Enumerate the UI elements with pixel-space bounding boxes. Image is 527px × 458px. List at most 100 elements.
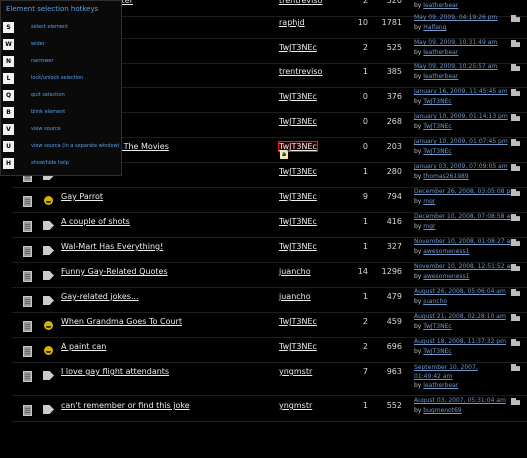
last-post-icon[interactable] [511,289,520,296]
thread-title-link[interactable]: Gay-related jokes... [61,292,139,301]
smiley-icon [44,346,53,355]
thread-author-link[interactable]: TwJT3NEc [279,317,317,326]
thread-title-link[interactable]: I love gay flight attendants [61,367,169,376]
last-poster-link[interactable]: juancho [423,298,447,305]
last-post-date-link[interactable]: May 09, 2009, 10:25:57 am [414,63,497,70]
reply-count: 9 [362,192,368,201]
last-post-date-link[interactable]: January 03, 2009, 07:09:05 am [414,163,508,170]
last-post-date-link[interactable]: May 09, 2009, 10:31:49 am [414,39,497,46]
thread-author-link[interactable]: juancho [279,267,311,276]
hotkey-key: V [3,124,14,135]
last-post-icon[interactable] [511,114,520,121]
thread-title-link[interactable]: Wal-Mart Has Everything! [61,242,163,251]
last-post-icon[interactable] [511,164,520,171]
last-post-by: by leatherbear [414,49,458,56]
last-post-date-link[interactable]: August 21, 2008, 02:28:10 am [414,313,506,320]
last-post-date-link[interactable]: January 10, 2009, 01:07:45 pm [414,138,508,145]
table-row: I love gay flight attendants yngmstr 7 963 S… [0,363,527,396]
last-post-by: by TwJT3NEc [414,148,452,155]
last-poster-link[interactable]: TwJT3NEc [423,123,451,130]
thread-author-link[interactable]: trentreviso [279,67,322,76]
thread-author-link[interactable]: TwJT3NEc [279,92,317,101]
hotkey-item: Bblink element [1,107,121,121]
last-post-by: by TwJT3NEc [414,98,452,105]
thread-author-link[interactable]: TwJT3NEc [279,217,317,226]
thread-title-link[interactable]: Funny Gay-Related Quotes [61,267,168,276]
last-post-date-link[interactable]: September 10, 2007, 01:49:42 am [414,363,506,381]
last-poster-link[interactable]: leatherbear [423,382,458,389]
thread-author-link[interactable]: yngmstr [279,367,312,376]
last-poster-link[interactable]: leatherbear [423,73,458,80]
thread-author-link[interactable]: raphjd [279,18,305,27]
last-post-icon[interactable] [511,64,520,71]
last-poster-link[interactable]: TwJT3NEc [423,98,451,105]
last-post-icon[interactable] [511,314,520,321]
reply-count: 0 [362,117,368,126]
last-post-date-link[interactable]: November 10, 2008, 12:51:52 am [414,263,516,270]
last-post-icon[interactable] [511,214,520,221]
thread-title-link[interactable]: A couple of shots [61,217,130,226]
last-poster-link[interactable]: mgr [423,223,435,230]
by-label: by [414,298,422,305]
reply-count: 2 [362,0,368,5]
last-post-icon[interactable] [511,139,520,146]
last-post-icon[interactable] [511,364,520,371]
thread-title-link[interactable]: A paint can [61,342,106,351]
thread-author-link[interactable]: juancho [279,292,311,301]
last-poster-link[interactable]: thomas261989 [423,173,468,180]
last-poster-link[interactable]: awesomeness1 [423,273,469,280]
thread-author-link[interactable]: TwJT3NEc [279,242,317,251]
reply-count: 10 [357,18,368,27]
last-post-by: by TwJT3NEc [414,323,452,330]
last-post-by: by TwJT3NEc [414,348,452,355]
by-label: by [414,273,422,280]
thread-title-link[interactable]: can't remember or find this joke [61,401,190,410]
last-post-icon[interactable] [511,264,520,271]
last-post-icon[interactable] [511,189,520,196]
last-post-icon[interactable] [511,239,520,246]
last-post-icon[interactable] [511,398,520,405]
topic-document-icon [23,321,32,332]
last-post-date-link[interactable]: August 03, 2007, 05:31:04 am [414,397,506,404]
last-poster-link[interactable]: TwJT3NEc [423,148,451,155]
table-row: When Grandma Goes To Court TwJT3NEc 2 459 Au… [0,313,527,338]
last-post-icon[interactable] [511,339,520,346]
thread-author-link[interactable]: TwJT3NEc [279,117,317,126]
last-post-date-link[interactable]: December 26, 2008, 03:05:08 pm [414,188,516,195]
last-post-icon[interactable] [511,15,520,22]
thread-author-link[interactable]: trentreviso [279,0,322,5]
last-post-date-link[interactable]: August 18, 2008, 11:37:32 pm [414,338,506,345]
last-poster-link[interactable]: leatherbear [423,49,458,56]
last-poster-link[interactable]: TwJT3NEc [423,348,451,355]
post-tag-icon [43,405,54,414]
thread-author-link[interactable]: TwJT3NEc [279,167,317,176]
row-divider [12,421,527,422]
last-poster-link[interactable]: Halfang [423,24,446,31]
hotkey-action: narrower [31,58,54,64]
view-count: 552 [386,401,402,410]
thread-author-link[interactable]: TwJT3NEc [279,342,317,351]
last-post-date-link[interactable]: May 09, 2009, 04:19:26 pm [414,14,497,21]
last-post-date-link[interactable]: December 10, 2008, 07:08:58 am [414,213,516,220]
last-post-date-link[interactable]: January 10, 2009, 01:14:13 pm [414,113,508,120]
topic-document-icon [23,246,32,257]
thread-title-link[interactable]: When Grandma Goes To Court [61,317,182,326]
last-post-by: by juancho [414,298,447,305]
last-poster-link[interactable]: bugmenot69 [423,407,461,414]
last-post-date-link[interactable]: August 26, 2008, 05:06:04 am [414,288,506,295]
last-poster-link[interactable]: mgr [423,198,435,205]
thread-title-link[interactable]: Gay Parrot [61,192,103,201]
hotkey-action: lock/unlock selection [31,75,84,81]
last-poster-link[interactable]: awesomeness1 [423,248,469,255]
thread-author-link[interactable]: TwJT3NEc [279,43,317,52]
last-post-date-link[interactable]: January 16, 2009, 11:45:45 am [414,88,508,95]
last-post-icon[interactable] [511,89,520,96]
last-post-date-link[interactable]: November 10, 2008, 01:08:27 am [414,238,516,245]
thread-author-link[interactable]: TwJT3NEc [279,192,317,201]
by-label: by [414,382,422,389]
thread-author-link[interactable]: TwJT3NEc [278,141,318,152]
last-post-icon[interactable] [511,40,520,47]
last-poster-link[interactable]: TwJT3NEc [423,323,451,330]
last-poster-link[interactable]: leatherbear [423,2,458,9]
thread-author-link[interactable]: yngmstr [279,401,312,410]
